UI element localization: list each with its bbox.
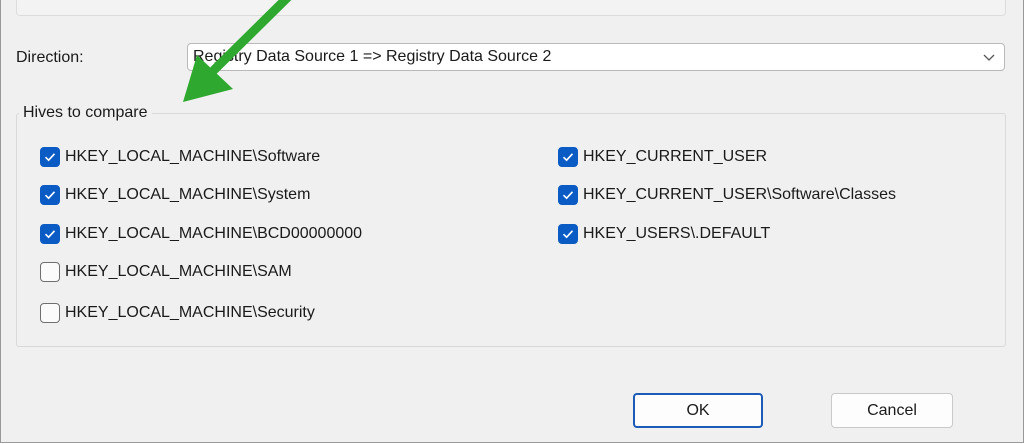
top-panel [16,0,1006,16]
cancel-button[interactable]: Cancel [831,393,953,428]
checkmark-icon [562,153,574,162]
direction-dropdown[interactable]: Registry Data Source 1 => Registry Data … [187,43,1005,71]
checkbox-label: HKEY_LOCAL_MACHINE\BCD00000000 [65,225,363,242]
checkbox-label: HKEY_LOCAL_MACHINE\Software [65,148,321,165]
checkbox-hkcu[interactable]: HKEY_CURRENT_USER [558,145,767,169]
checkbox-box[interactable] [40,185,60,205]
checkmark-icon [44,230,56,239]
checkbox-label: HKEY_LOCAL_MACHINE\System [65,186,311,203]
checkbox-box[interactable] [558,185,578,205]
checkbox-label: HKEY_LOCAL_MACHINE\Security [65,304,315,321]
compare-dialog: Direction: Registry Data Source 1 => Reg… [0,0,1024,443]
checkbox-label: HKEY_CURRENT_USER [583,148,768,165]
checkbox-hkcu-software-classes[interactable]: HKEY_CURRENT_USER\Software\Classes [558,183,896,207]
hives-group-title: Hives to compare [19,104,152,122]
direction-selected-value: Registry Data Source 1 => Registry Data … [193,48,552,65]
checkbox-hklm-software[interactable]: HKEY_LOCAL_MACHINE\Software [40,145,320,169]
checkbox-box[interactable] [40,262,60,282]
checkmark-icon [44,191,56,200]
chevron-down-icon [983,54,995,61]
checkbox-hklm-system[interactable]: HKEY_LOCAL_MACHINE\System [40,183,310,207]
checkbox-hklm-bcd[interactable]: HKEY_LOCAL_MACHINE\BCD00000000 [40,222,362,246]
checkbox-hku-default[interactable]: HKEY_USERS\.DEFAULT [558,222,770,246]
checkbox-label: HKEY_LOCAL_MACHINE\SAM [65,263,292,280]
checkbox-box[interactable] [558,147,578,167]
checkbox-label: HKEY_CURRENT_USER\Software\Classes [583,186,896,203]
checkmark-icon [44,153,56,162]
checkbox-box[interactable] [40,147,60,167]
checkbox-box[interactable] [558,224,578,244]
checkbox-box[interactable] [40,224,60,244]
checkbox-label: HKEY_USERS\.DEFAULT [583,225,771,242]
checkbox-hklm-sam[interactable]: HKEY_LOCAL_MACHINE\SAM [40,260,292,284]
direction-label: Direction: [16,49,84,66]
checkmark-icon [562,191,574,200]
ok-button[interactable]: OK [633,393,763,428]
checkbox-hklm-security[interactable]: HKEY_LOCAL_MACHINE\Security [40,301,315,325]
checkbox-box[interactable] [40,303,60,323]
checkmark-icon [562,230,574,239]
